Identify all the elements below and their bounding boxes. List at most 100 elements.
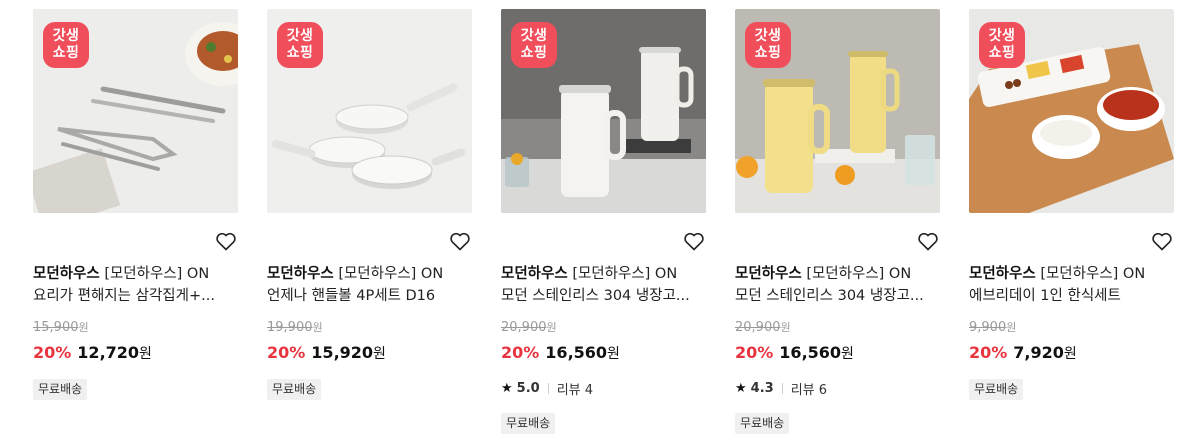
rating-score: 4.3: [750, 381, 774, 396]
title-line1: [모던하우스] ON: [104, 266, 210, 282]
original-price: 9,900원: [969, 319, 1016, 335]
heart-outline-icon[interactable]: [916, 229, 940, 253]
product-grid: 갓생 쇼핑 모던하우스 [모던하우스] ON 요리가 편해지는 삼각집게+...…: [0, 0, 1185, 444]
free-shipping-tag: 무료배송: [501, 413, 556, 434]
discount-rate: 20%: [969, 343, 1008, 362]
badge-line: 쇼핑: [754, 45, 782, 61]
promo-badge: 갓생 쇼핑: [43, 22, 89, 68]
currency-unit: 원: [780, 321, 791, 334]
original-price-value: 20,900: [501, 320, 547, 335]
product-image[interactable]: 갓생 쇼핑: [267, 9, 472, 213]
divider: [547, 383, 549, 394]
badge-line: 갓생: [286, 28, 314, 44]
heart-outline-icon[interactable]: [448, 229, 472, 253]
original-price: 20,900원: [501, 319, 557, 335]
brand-name: 모던하우스: [33, 266, 100, 282]
discount-rate: 20%: [501, 343, 540, 362]
sale-price-value: 16,560: [545, 343, 608, 362]
original-price-value: 20,900: [735, 320, 781, 335]
original-price-value: 15,900: [33, 320, 79, 335]
product-card[interactable]: 갓생 쇼핑 모던하우스 [모던하우스] ON 모던 스테인리스 304 냉장고.…: [501, 9, 706, 434]
discount-rate: 20%: [33, 343, 72, 362]
sale-price-value: 15,920: [311, 343, 374, 362]
title-line1: [모던하우스] ON: [1040, 266, 1146, 282]
heart-outline-icon[interactable]: [214, 229, 238, 253]
sale-price: 20% 16,560원: [735, 343, 854, 363]
badge-line: 쇼핑: [52, 45, 80, 61]
currency-unit: 원: [1063, 346, 1077, 362]
currency-unit: 원: [139, 346, 152, 362]
free-shipping-tag: 무료배송: [969, 379, 1024, 400]
divider: [781, 383, 783, 394]
title-line2: 요리가 편해지는 삼각집게+...: [33, 288, 215, 304]
product-card[interactable]: 갓생 쇼핑 모던하우스 [모던하우스] ON 에브리데이 1인 한식세트 9,9…: [969, 9, 1174, 400]
title-line1: [모던하우스] ON: [572, 266, 678, 282]
heart-outline-icon[interactable]: [1150, 229, 1174, 253]
brand-name: 모던하우스: [267, 266, 334, 282]
title-line2: 모던 스테인리스 304 냉장고...: [735, 288, 924, 304]
original-price: 19,900원: [267, 319, 323, 335]
title-line2: 언제나 핸들볼 4P세트 D16: [267, 288, 436, 304]
title-line1: [모던하우스] ON: [338, 266, 444, 282]
title-line2: 모던 스테인리스 304 냉장고...: [501, 288, 690, 304]
currency-unit: 원: [312, 321, 323, 334]
brand-name: 모던하우스: [969, 266, 1036, 282]
promo-badge: 갓생 쇼핑: [277, 22, 323, 68]
free-shipping-tag: 무료배송: [735, 413, 790, 434]
sale-price: 20% 15,920원: [267, 343, 386, 363]
star-icon: ★: [735, 381, 747, 396]
product-title[interactable]: 모던하우스 [모던하우스] ON 요리가 편해지는 삼각집게+...: [33, 263, 243, 307]
product-card[interactable]: 갓생 쇼핑 모던하우스 [모던하우스] ON 모던 스테인리스 304 냉장고.…: [735, 9, 940, 434]
brand-name: 모던하우스: [501, 266, 568, 282]
product-image[interactable]: 갓생 쇼핑: [969, 9, 1174, 213]
product-image[interactable]: 갓생 쇼핑: [735, 9, 940, 213]
badge-line: 갓생: [988, 28, 1016, 44]
sale-price: 20% 16,560원: [501, 343, 620, 363]
currency-unit: 원: [607, 346, 620, 362]
product-card[interactable]: 갓생 쇼핑 모던하우스 [모던하우스] ON 요리가 편해지는 삼각집게+...…: [33, 9, 238, 400]
rating-row: ★ 4.3 리뷰 6: [735, 379, 827, 398]
badge-line: 쇼핑: [286, 45, 314, 61]
product-title[interactable]: 모던하우스 [모던하우스] ON 언제나 핸들볼 4P세트 D16: [267, 263, 477, 307]
product-image[interactable]: 갓생 쇼핑: [501, 9, 706, 213]
badge-line: 갓생: [520, 28, 548, 44]
promo-badge: 갓생 쇼핑: [745, 22, 791, 68]
original-price-value: 19,900: [267, 320, 313, 335]
discount-rate: 20%: [735, 343, 774, 362]
original-price: 15,900원: [33, 319, 89, 335]
badge-line: 쇼핑: [988, 45, 1016, 61]
badge-line: 쇼핑: [520, 45, 548, 61]
heart-outline-icon[interactable]: [682, 229, 706, 253]
currency-unit: 원: [78, 321, 89, 334]
currency-unit: 원: [373, 346, 386, 362]
sale-price-value: 16,560: [779, 343, 842, 362]
promo-badge: 갓생 쇼핑: [979, 22, 1025, 68]
sale-price: 20% 7,920원: [969, 343, 1077, 363]
badge-line: 갓생: [754, 28, 782, 44]
sale-price-value: 7,920: [1013, 343, 1064, 362]
title-line2: 에브리데이 1인 한식세트: [969, 288, 1121, 304]
currency-unit: 원: [1006, 321, 1017, 334]
free-shipping-tag: 무료배송: [267, 379, 322, 400]
badge-line: 갓생: [52, 28, 80, 44]
rating-row: ★ 5.0 리뷰 4: [501, 379, 593, 398]
star-icon: ★: [501, 381, 513, 396]
product-image[interactable]: 갓생 쇼핑: [33, 9, 238, 213]
currency-unit: 원: [841, 346, 854, 362]
brand-name: 모던하우스: [735, 266, 802, 282]
title-line1: [모던하우스] ON: [806, 266, 912, 282]
discount-rate: 20%: [267, 343, 306, 362]
product-card[interactable]: 갓생 쇼핑 모던하우스 [모던하우스] ON 언제나 핸들볼 4P세트 D16 …: [267, 9, 472, 400]
review-count[interactable]: 리뷰 6: [791, 379, 827, 398]
sale-price-value: 12,720: [77, 343, 140, 362]
currency-unit: 원: [546, 321, 557, 334]
product-title[interactable]: 모던하우스 [모던하우스] ON 에브리데이 1인 한식세트: [969, 263, 1179, 307]
original-price: 20,900원: [735, 319, 791, 335]
free-shipping-tag: 무료배송: [33, 379, 88, 400]
original-price-value: 9,900: [969, 320, 1007, 335]
product-title[interactable]: 모던하우스 [모던하우스] ON 모던 스테인리스 304 냉장고...: [735, 263, 945, 307]
product-title[interactable]: 모던하우스 [모던하우스] ON 모던 스테인리스 304 냉장고...: [501, 263, 711, 307]
review-count[interactable]: 리뷰 4: [557, 379, 593, 398]
rating-score: 5.0: [516, 381, 540, 396]
sale-price: 20% 12,720원: [33, 343, 152, 363]
